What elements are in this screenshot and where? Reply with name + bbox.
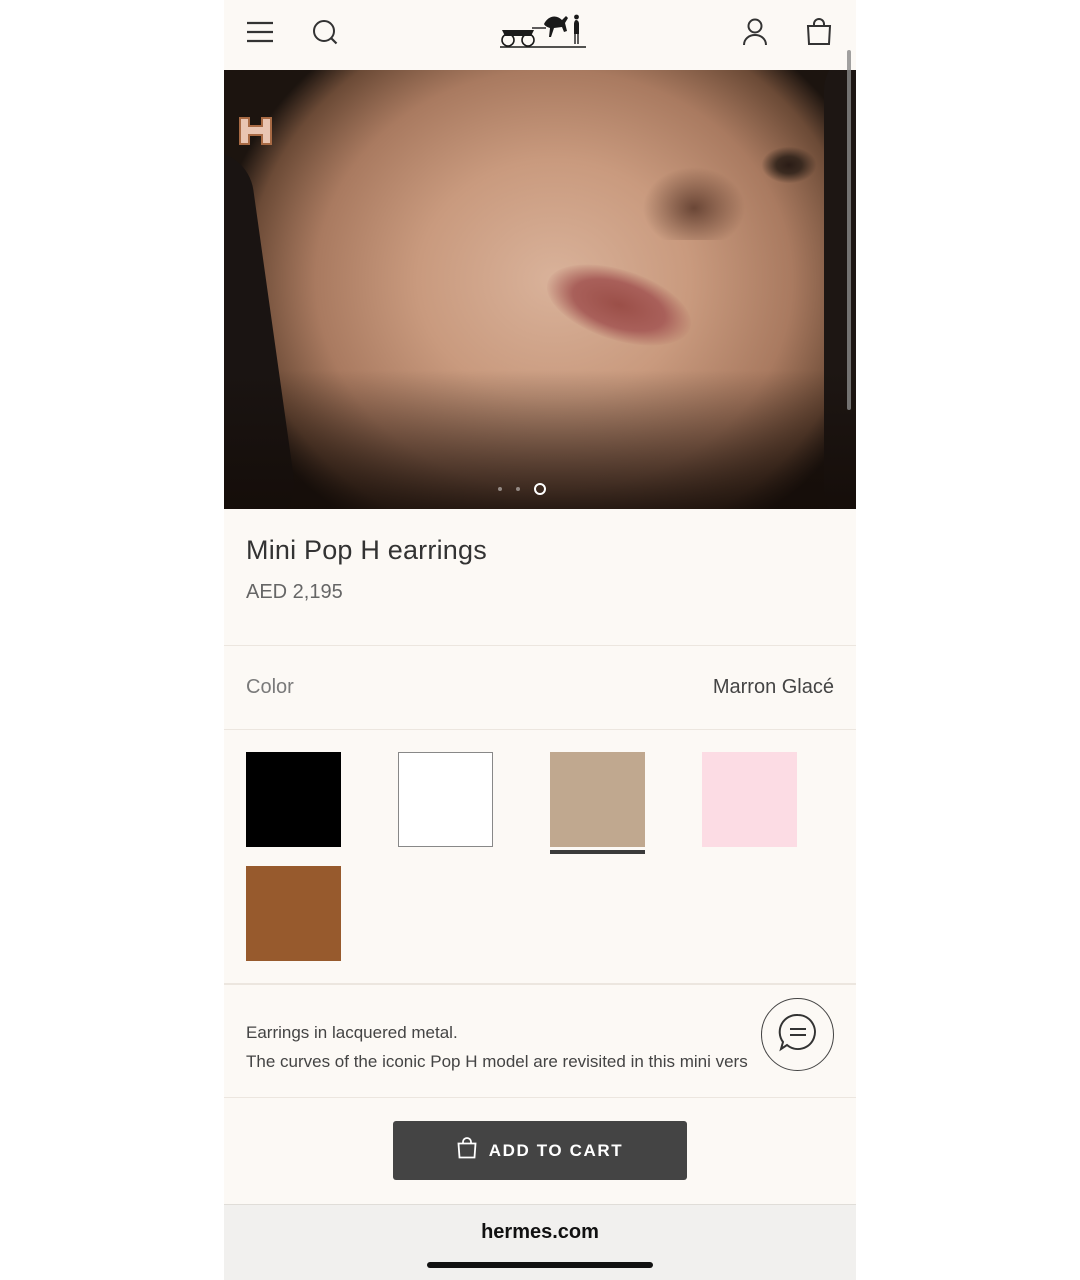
color-swatch-pink[interactable]: [702, 752, 797, 847]
carousel-dot-active[interactable]: [534, 483, 546, 495]
product-image-carousel[interactable]: [224, 70, 856, 509]
image-detail: [634, 160, 754, 240]
color-swatch-black[interactable]: [246, 752, 341, 847]
color-selector-row[interactable]: Color Marron Glacé: [224, 646, 856, 729]
color-swatch-marron-glace[interactable]: [550, 752, 645, 854]
content-fade: [224, 1090, 856, 1100]
top-navigation-bar: [224, 0, 856, 70]
phone-screen: Mini Pop H earrings AED 2,195 Color Marr…: [224, 0, 856, 1280]
hermes-carriage-logo[interactable]: [498, 8, 590, 52]
shopping-bag-icon[interactable]: [801, 14, 837, 50]
add-to-cart-label: ADD TO CART: [488, 1140, 624, 1160]
add-to-cart-button[interactable]: ADD TO CART: [393, 1121, 687, 1180]
color-swatch-white[interactable]: [398, 752, 493, 847]
browser-address-bar[interactable]: hermes.com: [224, 1204, 856, 1280]
shopping-bag-icon: [457, 1137, 477, 1164]
divider: [224, 729, 856, 730]
carousel-pagination: [498, 482, 546, 496]
divider: [224, 983, 856, 985]
earring-image: [236, 112, 276, 148]
carousel-dot[interactable]: [498, 487, 502, 491]
divider: [224, 1097, 856, 1098]
product-price: AED 2,195: [246, 581, 343, 603]
url-text[interactable]: hermes.com: [224, 1221, 856, 1244]
image-detail: [759, 145, 819, 185]
hamburger-menu-icon[interactable]: [242, 14, 278, 50]
color-swatch-brown[interactable]: [246, 866, 341, 961]
product-title: Mini Pop H earrings: [246, 535, 487, 565]
description-line: Earrings in lacquered metal.: [246, 1023, 458, 1042]
image-detail: [536, 248, 702, 362]
selected-color-name: Marron Glacé: [712, 676, 834, 698]
chat-bubble-icon: [778, 1012, 818, 1057]
home-indicator[interactable]: [427, 1262, 653, 1268]
user-account-icon[interactable]: [737, 14, 773, 50]
chat-button[interactable]: [761, 998, 834, 1071]
color-label: Color: [246, 676, 294, 698]
description-line: The curves of the iconic Pop H model are…: [246, 1052, 748, 1071]
carousel-dot[interactable]: [516, 487, 520, 491]
search-icon[interactable]: [307, 14, 343, 50]
scrollbar[interactable]: [847, 50, 851, 410]
product-description: Earrings in lacquered metal. The curves …: [246, 1018, 846, 1076]
